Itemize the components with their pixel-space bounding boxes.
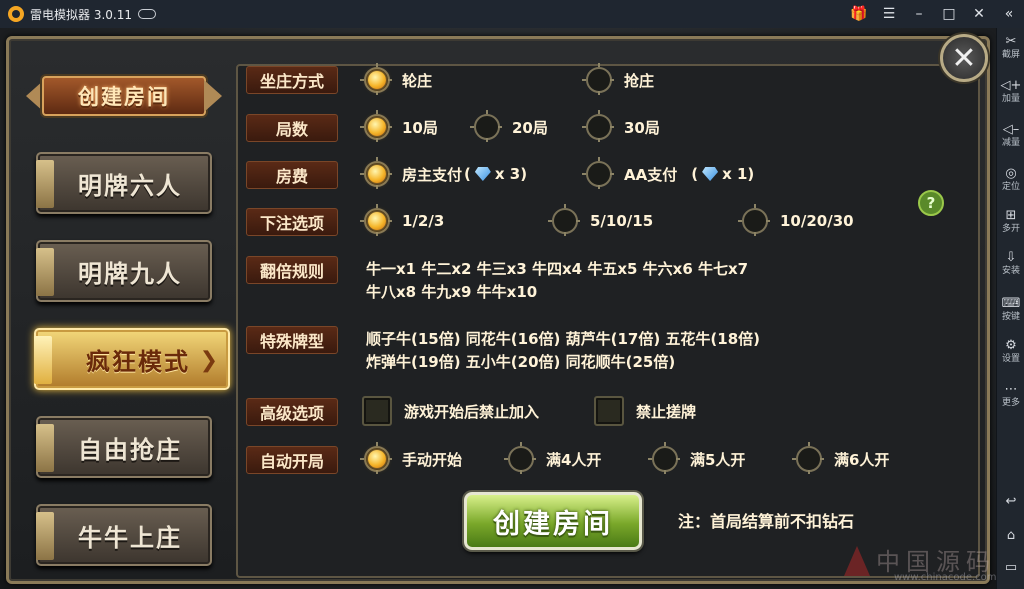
special-hands-line1: 顺子牛(15倍) 同花牛(16倍) 葫芦牛(17倍) 五花牛(18倍) [366, 330, 761, 348]
mode-crazy[interactable]: 疯狂模式 ❯ [34, 328, 230, 390]
volume-up-icon: ◁+ [1000, 78, 1022, 93]
keymap-tool[interactable]: ⌨ 按键 [997, 296, 1024, 323]
install-apk-tool[interactable]: ⇩ 安装 [997, 250, 1024, 277]
back-button[interactable]: ↩ [997, 494, 1024, 510]
fee-label: 房费 [246, 161, 338, 189]
close-dialog-button[interactable]: ✕ [940, 34, 988, 82]
radio-icon [582, 110, 614, 142]
minimize-button[interactable]: – [904, 0, 934, 28]
emulator-titlebar: 雷电模拟器 3.0.11 🎁 ☰ – □ ✕ « [0, 0, 1024, 28]
mode-niuniu-banker[interactable]: 牛牛上庄 [36, 504, 212, 566]
multiplier-rules-line1: 牛一x1 牛二x2 牛三x3 牛四x4 牛五x5 牛六x6 牛七x7 [366, 260, 749, 278]
checkbox-icon [362, 396, 392, 426]
banker-label: 坐庄方式 [246, 66, 338, 94]
radio-selected-icon [360, 442, 392, 474]
multiplier-rules-line2: 牛八x8 牛九x9 牛牛x10 [366, 283, 538, 301]
rounds-label: 局数 [246, 114, 338, 142]
maximize-button[interactable]: □ [934, 0, 964, 28]
chevron-right-icon: ❯ [199, 348, 218, 373]
create-room-button[interactable]: 创建房间 [464, 492, 642, 550]
radio-icon [582, 63, 614, 95]
auto-start-4[interactable]: 满4人开 [504, 442, 601, 474]
bet-label: 下注选项 [246, 208, 338, 236]
auto-start-5[interactable]: 满5人开 [648, 442, 745, 474]
watermark: 中国源码 www.chinacode.com [840, 542, 996, 586]
special-hands-line2: 炸弹牛(19倍) 五小牛(20倍) 同花顺牛(25倍) [366, 353, 676, 371]
banker-option-grab[interactable]: 抢庄 [582, 63, 654, 95]
radio-icon [582, 157, 614, 189]
mode-mingpai-6[interactable]: 明牌六人 [36, 152, 212, 214]
radio-icon [792, 442, 824, 474]
help-icon[interactable]: ? [918, 190, 944, 216]
app-logo-icon [8, 6, 24, 22]
settings-tool[interactable]: ⚙ 设置 [997, 338, 1024, 365]
volume-down-icon: ◁– [1002, 122, 1020, 137]
auto-start-6[interactable]: 满6人开 [792, 442, 889, 474]
more-icon: ⋯ [1004, 382, 1018, 397]
bet-option-2[interactable]: 5/10/15 [548, 204, 653, 236]
bet-option-3[interactable]: 10/20/30 [738, 204, 854, 236]
menu-icon[interactable]: ☰ [874, 0, 904, 28]
multi-instance-tool[interactable]: ⊞ 多开 [997, 208, 1024, 235]
gamepad-icon[interactable] [137, 9, 156, 19]
recent-apps-icon: ▭ [1004, 560, 1018, 575]
auto-start-label: 自动开局 [246, 446, 338, 474]
volume-down-tool[interactable]: ◁– 减量 [997, 122, 1024, 149]
radio-icon [504, 442, 536, 474]
rounds-option-30[interactable]: 30局 [582, 110, 660, 142]
gift-icon[interactable]: 🎁 [844, 0, 874, 28]
radio-selected-icon [360, 204, 392, 236]
mode-free-banker[interactable]: 自由抢庄 [36, 416, 212, 478]
location-tool[interactable]: ◎ 定位 [997, 166, 1024, 193]
radio-selected-icon [360, 157, 392, 189]
radio-icon [548, 204, 580, 236]
radio-selected-icon [360, 110, 392, 142]
window-title: 雷电模拟器 3.0.11 [30, 7, 132, 22]
apk-install-icon: ⇩ [1005, 250, 1017, 265]
auto-start-manual[interactable]: 手动开始 [360, 442, 462, 474]
recent-apps-button[interactable]: ▭ [997, 560, 1024, 576]
home-icon: ⌂ [1006, 528, 1016, 543]
multi-window-icon: ⊞ [1005, 208, 1017, 223]
create-room-tab-label: 创建房间 [78, 85, 170, 109]
banker-option-rotate[interactable]: 轮庄 [360, 63, 432, 95]
fee-option-aa[interactable]: AA支付(x 1) [582, 157, 754, 189]
mode-mingpai-9[interactable]: 明牌九人 [36, 240, 212, 302]
right-ornament-icon [204, 80, 222, 112]
game-screen: 创建房间 明牌六人 明牌九人 疯狂模式 ❯ 自由抢庄 牛牛上庄 坐庄方式 轮庄 抢… [0, 28, 996, 589]
gear-icon: ⚙ [1005, 338, 1017, 353]
collapse-sidebar-icon[interactable]: « [994, 0, 1024, 28]
screenshot-tool[interactable]: ✂ 截屏 [997, 34, 1024, 61]
watermark-logo-icon [844, 546, 870, 576]
advanced-label: 高级选项 [246, 398, 338, 426]
home-button[interactable]: ⌂ [997, 528, 1024, 544]
option-no-rub-cards[interactable]: 禁止搓牌 [594, 396, 696, 426]
diamond-icon [702, 167, 719, 181]
special-label: 特殊牌型 [246, 326, 338, 354]
bet-option-1[interactable]: 1/2/3 [360, 204, 444, 236]
radio-icon [470, 110, 502, 142]
option-no-join-after-start[interactable]: 游戏开始后禁止加入 [362, 396, 539, 426]
location-icon: ◎ [1005, 166, 1017, 181]
keyboard-icon: ⌨ [1001, 296, 1021, 311]
rounds-option-20[interactable]: 20局 [470, 110, 548, 142]
diamond-note: 注：首局结算前不扣钻石 [678, 512, 855, 531]
rounds-option-10[interactable]: 10局 [360, 110, 438, 142]
back-icon: ↩ [1005, 494, 1017, 509]
emulator-sidebar: ✂ 截屏 ◁+ 加量 ◁– 减量 ◎ 定位 ⊞ 多开 ⇩ 安装 ⌨ 按键 ⚙ 设置 ⋯ 更多 ↩ … [996, 28, 1024, 589]
scissors-icon: ✂ [1005, 34, 1017, 49]
mode-panel: 创建房间 明牌六人 明牌九人 疯狂模式 ❯ 自由抢庄 牛牛上庄 [14, 48, 236, 576]
multiplier-label: 翻倍规则 [246, 256, 338, 284]
volume-up-tool[interactable]: ◁+ 加量 [997, 78, 1024, 105]
create-room-tab[interactable]: 创建房间 [24, 70, 224, 122]
fee-option-owner[interactable]: 房主支付(x 3) [360, 157, 527, 189]
radio-selected-icon [360, 63, 392, 95]
window-close-button[interactable]: ✕ [964, 0, 994, 28]
checkbox-icon [594, 396, 624, 426]
more-tool[interactable]: ⋯ 更多 [997, 382, 1024, 409]
diamond-icon [474, 167, 491, 181]
radio-icon [648, 442, 680, 474]
radio-icon [738, 204, 770, 236]
